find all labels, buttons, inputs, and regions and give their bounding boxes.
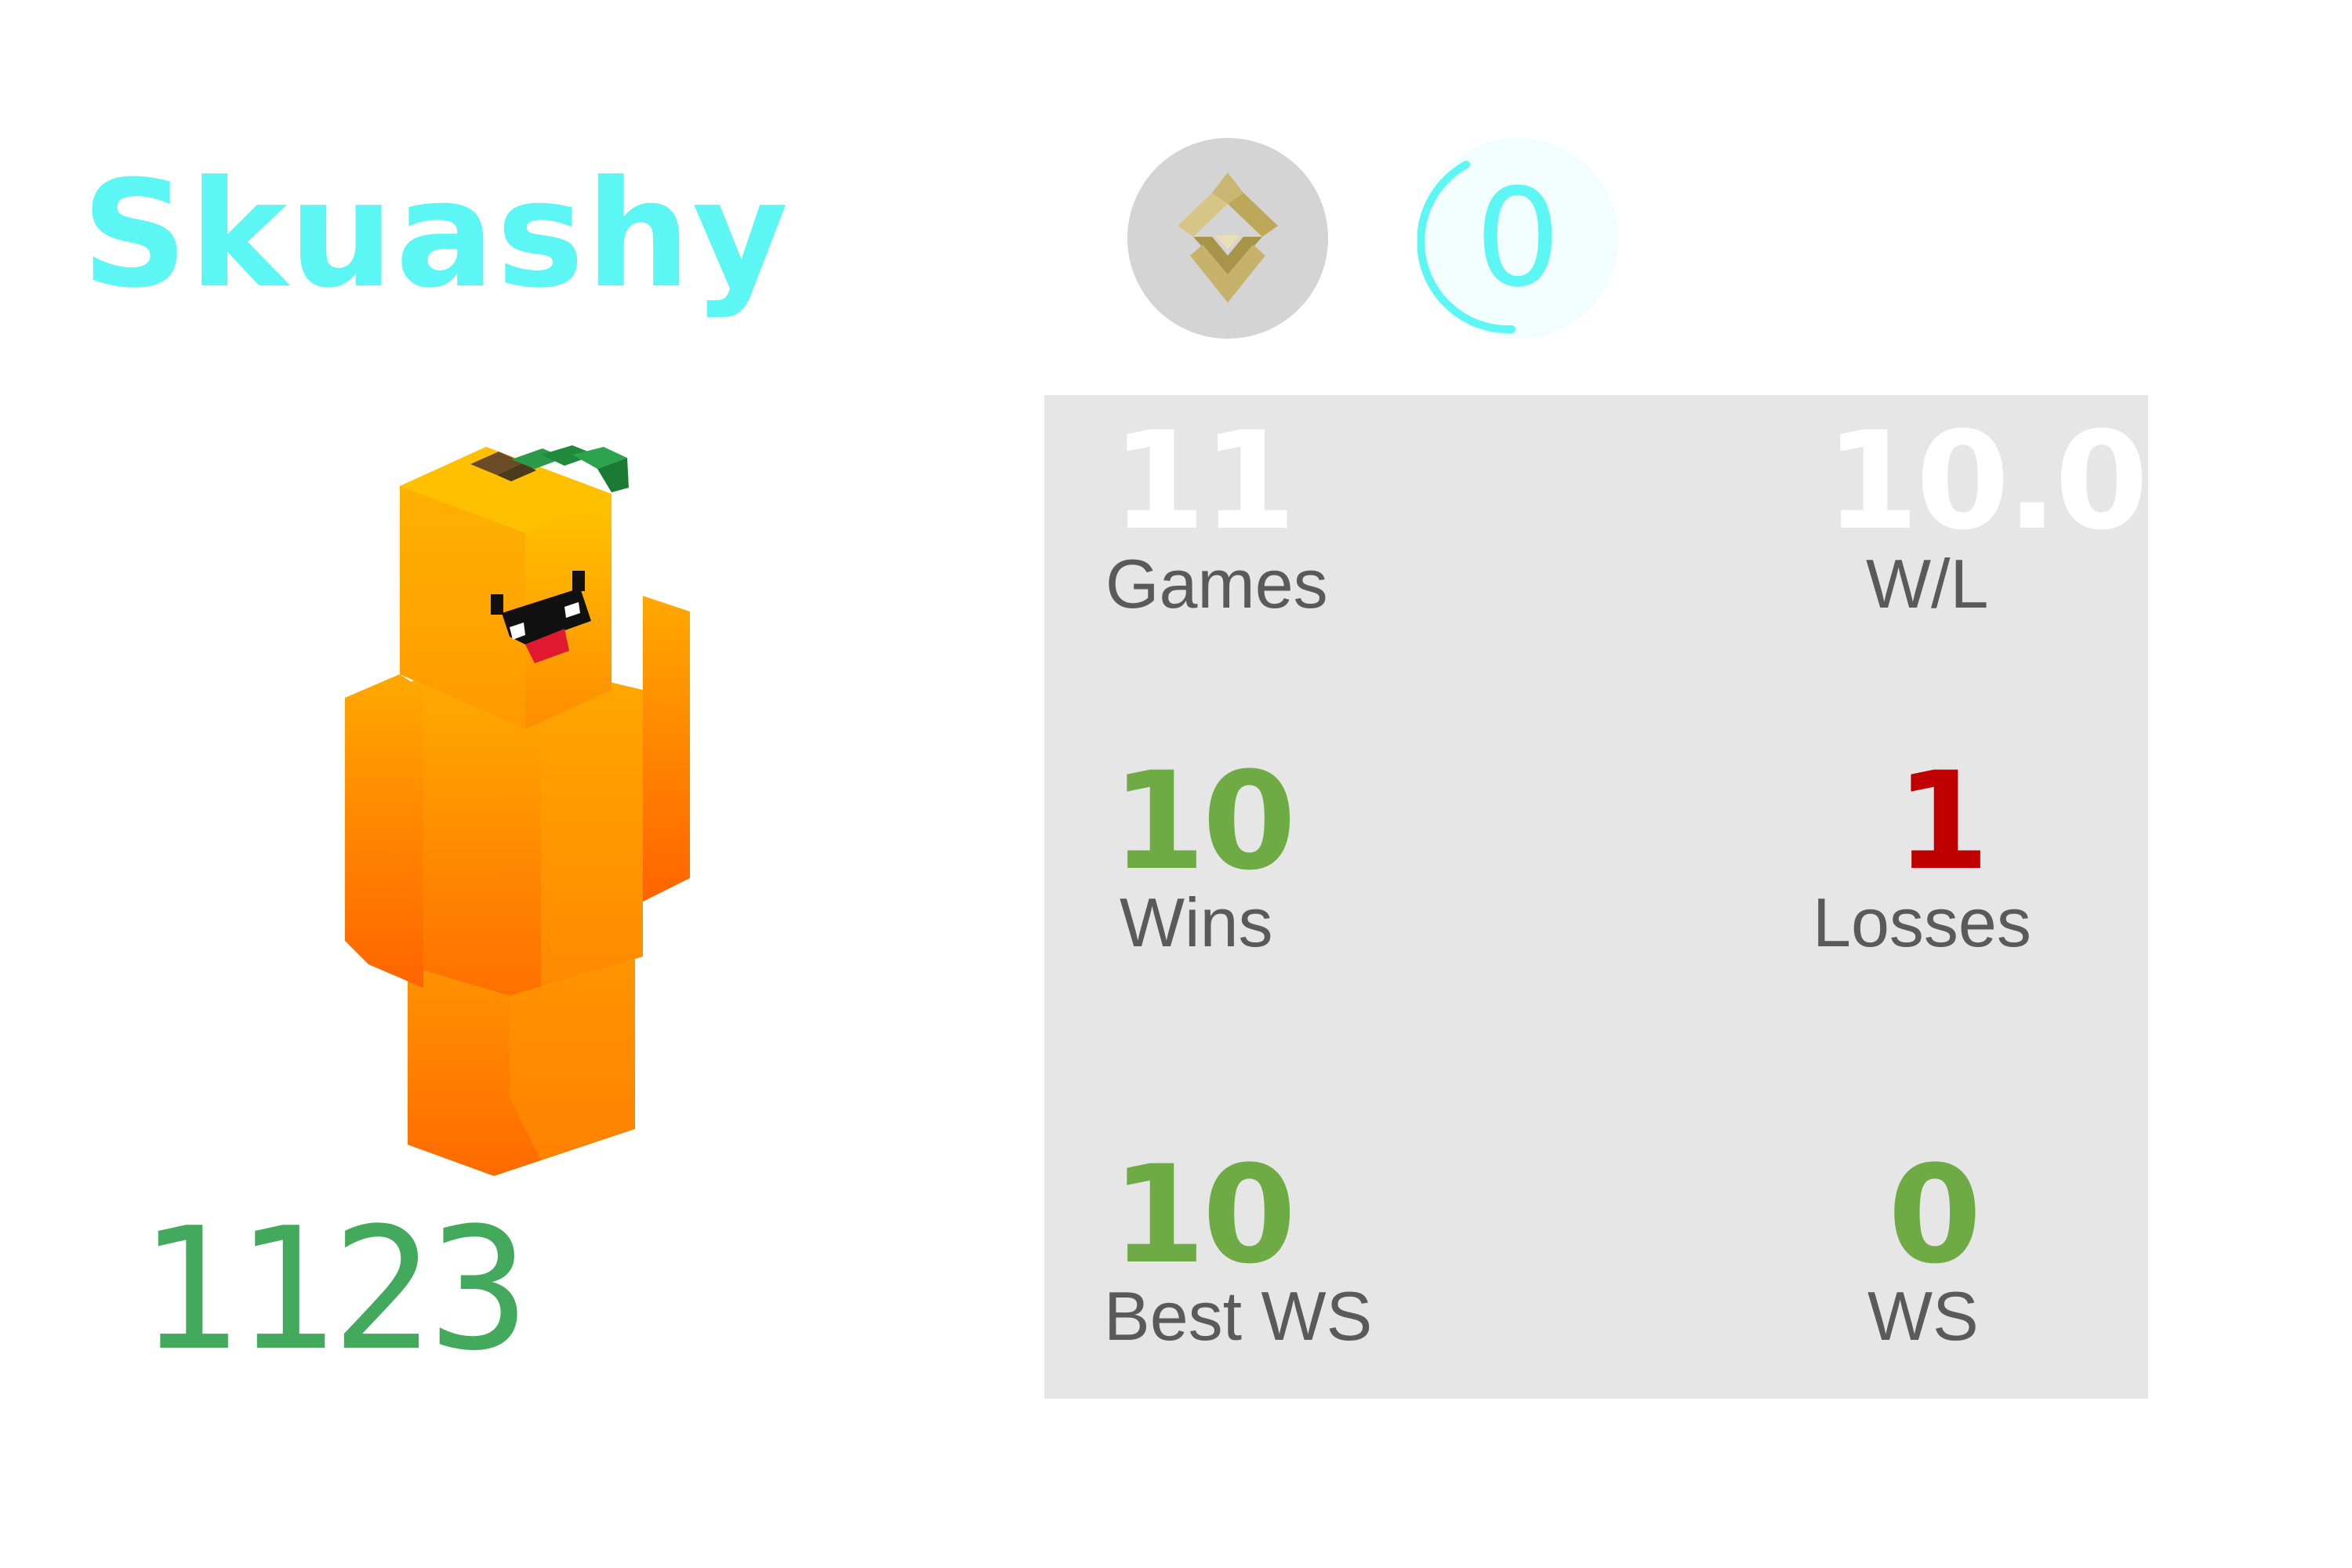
player-stats-card: Skuashy 1123 0 11 Games 10.0 W/L 10 Wins… bbox=[0, 0, 2352, 1568]
best-ws-label: Best WS bbox=[1104, 1277, 1373, 1355]
level-value: 0 bbox=[1475, 159, 1561, 317]
player-name: Skuashy bbox=[82, 149, 790, 321]
stats-panel: 11 Games 10.00 W/L 10 Wins 1 Losses 10 B… bbox=[1044, 395, 2148, 1399]
player-rating: 1123 bbox=[138, 1191, 530, 1388]
losses-label: Losses bbox=[1813, 884, 2031, 961]
wl-value: 10.00 bbox=[1825, 402, 2148, 560]
ws-value: 0 bbox=[1888, 1136, 1982, 1294]
player-skin-image bbox=[329, 392, 737, 1207]
ws-label: WS bbox=[1867, 1277, 1979, 1355]
best-ws-value: 10 bbox=[1112, 1136, 1296, 1294]
games-label: Games bbox=[1105, 545, 1328, 622]
losses-value: 1 bbox=[1896, 742, 1990, 900]
rank-emblem-icon bbox=[1127, 138, 1328, 339]
wins-label: Wins bbox=[1120, 884, 1273, 961]
wins-value: 10 bbox=[1112, 742, 1296, 900]
wl-label: W/L bbox=[1866, 545, 1989, 622]
level-progress-badge: 0 bbox=[1417, 138, 1618, 339]
games-value: 11 bbox=[1112, 402, 1296, 560]
